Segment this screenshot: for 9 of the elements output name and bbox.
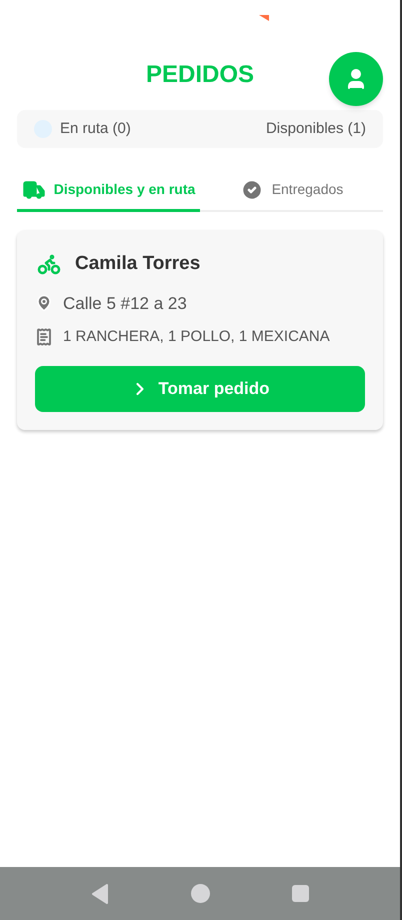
order-items: 1 RANCHERA, 1 POLLO, 1 MEXICANA (63, 327, 330, 347)
order-address: Calle 5 #12 a 23 (63, 292, 187, 314)
tab[interactable]: Disponibles y en ruta (17, 170, 200, 212)
take-order-button[interactable]: Tomar pedido (35, 366, 365, 412)
tab[interactable]: Entregados (200, 170, 383, 212)
customer-name: Camila Torres (75, 252, 200, 276)
summary-label: En ruta (0) (60, 118, 131, 139)
summary-label: Disponibles (1) (266, 118, 366, 139)
page-title: PEDIDOS (146, 60, 254, 90)
